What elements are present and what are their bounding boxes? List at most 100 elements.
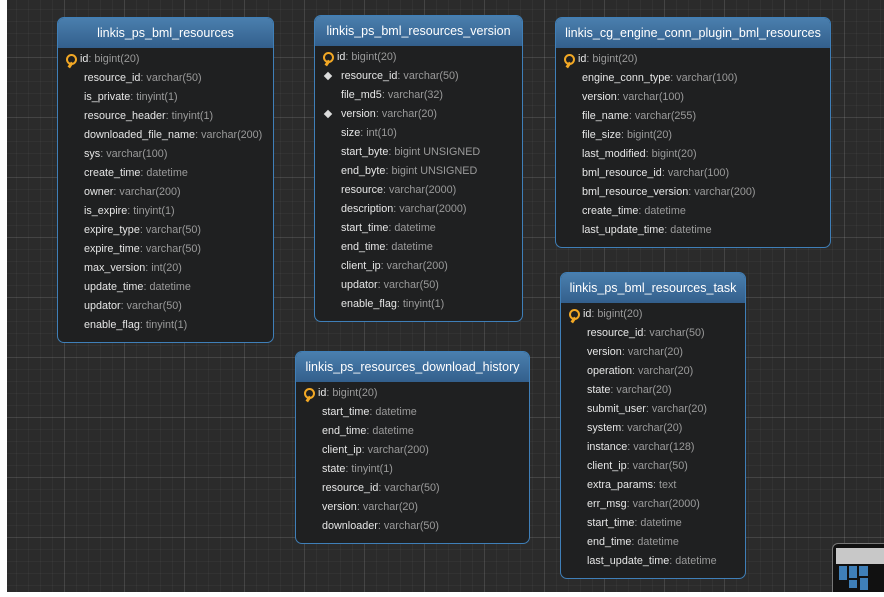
column-row[interactable]: downloaded_file_name: varchar(200) <box>58 126 273 145</box>
column-row[interactable]: client_ip: varchar(200) <box>315 257 522 276</box>
column-row[interactable]: instance: varchar(128) <box>561 438 745 457</box>
table-card[interactable]: linkis_ps_resources_download_history id:… <box>295 351 530 544</box>
column-row[interactable]: update_time: datetime <box>58 278 273 297</box>
column-type: varchar(100) <box>106 148 168 160</box>
column-row[interactable]: operation: varchar(20) <box>561 362 745 381</box>
column-row[interactable]: bml_resource_version: varchar(200) <box>556 183 830 202</box>
column-row[interactable]: end_byte: bigint UNSIGNED <box>315 162 522 181</box>
column-row[interactable]: id: bigint(20) <box>296 384 529 403</box>
column-type: varchar(50) <box>632 460 688 472</box>
column-row[interactable]: expire_type: varchar(50) <box>58 221 273 240</box>
column-type: varchar(50) <box>649 327 705 339</box>
column-row[interactable]: end_time: datetime <box>561 533 745 552</box>
column-row[interactable]: state: tinyint(1) <box>296 460 529 479</box>
column-name: start_time <box>322 406 370 418</box>
column-type: bigint(20) <box>94 53 140 65</box>
table-card[interactable]: linkis_cg_engine_conn_plugin_bml_resourc… <box>555 17 831 248</box>
column-row[interactable]: bml_resource_id: varchar(100) <box>556 164 830 183</box>
column-row[interactable]: id: bigint(20) <box>315 48 522 67</box>
column-row[interactable]: extra_params: text <box>561 476 745 495</box>
column-type: varchar(200) <box>367 444 429 456</box>
table-title[interactable]: linkis_cg_engine_conn_plugin_bml_resourc… <box>556 18 830 48</box>
column-row[interactable]: client_ip: varchar(50) <box>561 457 745 476</box>
column-row[interactable]: id: bigint(20) <box>561 305 745 324</box>
column-row[interactable]: file_md5: varchar(32) <box>315 86 522 105</box>
column-row[interactable]: file_size: bigint(20) <box>556 126 830 145</box>
column-row[interactable]: updator: varchar(50) <box>315 276 522 295</box>
column-row[interactable]: downloader: varchar(50) <box>296 517 529 536</box>
column-row[interactable]: is_expire: tinyint(1) <box>58 202 273 221</box>
column-type: tinyint(1) <box>145 319 188 331</box>
column-row[interactable]: owner: varchar(200) <box>58 183 273 202</box>
column-row[interactable]: is_private: tinyint(1) <box>58 88 273 107</box>
column-row[interactable]: end_time: datetime <box>315 238 522 257</box>
column-row[interactable]: enable_flag: tinyint(1) <box>58 316 273 335</box>
column-list: id: bigint(20) resource_id: varchar(50) fi… <box>315 46 522 314</box>
column-row[interactable]: start_time: datetime <box>296 403 529 422</box>
column-type: varchar(128) <box>633 441 695 453</box>
column-row[interactable]: submit_user: varchar(20) <box>561 400 745 419</box>
column-row[interactable]: version: varchar(100) <box>556 88 830 107</box>
table-title[interactable]: linkis_ps_resources_download_history <box>296 352 529 382</box>
column-row[interactable]: system: varchar(20) <box>561 419 745 438</box>
column-row[interactable]: create_time: datetime <box>556 202 830 221</box>
table-title[interactable]: linkis_ps_bml_resources <box>58 18 273 48</box>
column-row[interactable]: last_update_time: datetime <box>556 221 830 240</box>
column-type: varchar(50) <box>383 520 440 532</box>
column-row[interactable]: end_time: datetime <box>296 422 529 441</box>
column-name: downloader <box>322 520 378 532</box>
table-card[interactable]: linkis_ps_bml_resources_version id: bigi… <box>314 15 523 322</box>
column-name: file_size <box>582 129 622 141</box>
column-row[interactable]: version: varchar(20) <box>296 498 529 517</box>
column-row[interactable]: client_ip: varchar(200) <box>296 441 529 460</box>
column-row[interactable]: last_update_time: datetime <box>561 552 745 571</box>
column-type: varchar(50) <box>383 279 439 291</box>
minimap-viewport[interactable] <box>836 548 884 564</box>
column-row[interactable]: enable_flag: tinyint(1) <box>315 295 522 314</box>
column-type: datetime <box>640 517 682 529</box>
column-name: resource_id <box>341 70 398 82</box>
table-card[interactable]: linkis_ps_bml_resources id: bigint(20) re… <box>57 17 274 343</box>
column-name: end_time <box>341 241 386 253</box>
column-type: tinyint(1) <box>402 298 445 310</box>
column-row[interactable]: start_time: datetime <box>315 219 522 238</box>
column-type: varchar(50) <box>403 70 459 82</box>
column-type: varchar(20) <box>381 108 438 120</box>
column-row[interactable]: resource_id: varchar(50) <box>296 479 529 498</box>
column-list: id: bigint(20) start_time: datetime end_ti… <box>296 382 529 536</box>
column-row[interactable]: expire_time: varchar(50) <box>58 240 273 259</box>
column-row[interactable]: last_modified: bigint(20) <box>556 145 830 164</box>
column-row[interactable]: resource_header: tinyint(1) <box>58 107 273 126</box>
table-title[interactable]: linkis_ps_bml_resources_version <box>315 16 522 46</box>
minimap[interactable] <box>832 543 884 592</box>
column-type: tinyint(1) <box>136 91 178 103</box>
column-row[interactable]: id: bigint(20) <box>58 50 273 69</box>
column-row[interactable]: start_byte: bigint UNSIGNED <box>315 143 522 162</box>
column-type: varchar(200) <box>201 129 263 141</box>
column-row[interactable]: resource_id: varchar(50) <box>58 69 273 88</box>
diagram-canvas[interactable]: linkis_ps_bml_resources id: bigint(20) re… <box>7 0 884 592</box>
column-row[interactable]: sys: varchar(100) <box>58 145 273 164</box>
column-row[interactable]: err_msg: varchar(2000) <box>561 495 745 514</box>
column-row[interactable]: version: varchar(20) <box>561 343 745 362</box>
column-type: datetime <box>675 555 717 567</box>
column-row[interactable]: engine_conn_type: varchar(100) <box>556 69 830 88</box>
column-row[interactable]: max_version: int(20) <box>58 259 273 278</box>
table-card[interactable]: linkis_ps_bml_resources_task id: bigint(… <box>560 272 746 579</box>
column-row[interactable]: state: varchar(20) <box>561 381 745 400</box>
column-row[interactable]: resource: varchar(2000) <box>315 181 522 200</box>
table-title[interactable]: linkis_ps_bml_resources_task <box>561 273 745 303</box>
column-type: tinyint(1) <box>351 463 393 475</box>
column-row[interactable]: start_time: datetime <box>561 514 745 533</box>
column-name: bml_resource_id <box>582 167 662 179</box>
column-row[interactable]: version: varchar(20) <box>315 105 522 124</box>
minimap-table <box>860 578 868 590</box>
column-row[interactable]: id: bigint(20) <box>556 50 830 69</box>
column-row[interactable]: size: int(10) <box>315 124 522 143</box>
column-row[interactable]: resource_id: varchar(50) <box>315 67 522 86</box>
column-row[interactable]: resource_id: varchar(50) <box>561 324 745 343</box>
column-row[interactable]: file_name: varchar(255) <box>556 107 830 126</box>
column-row[interactable]: description: varchar(2000) <box>315 200 522 219</box>
column-row[interactable]: updator: varchar(50) <box>58 297 273 316</box>
column-row[interactable]: create_time: datetime <box>58 164 273 183</box>
